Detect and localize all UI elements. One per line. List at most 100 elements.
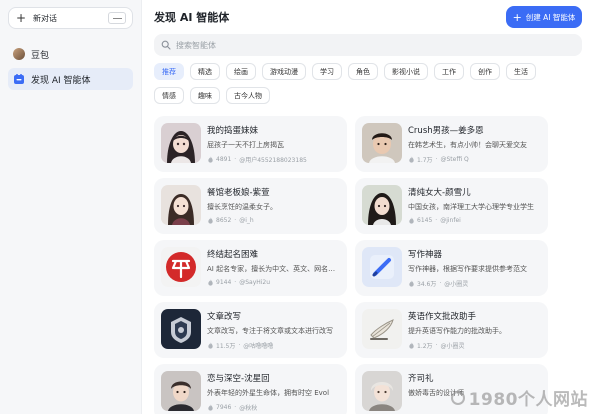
agent-avatar	[161, 309, 201, 349]
agent-name: 我的捣蛋妹妹	[207, 126, 259, 136]
plus-icon: +	[512, 10, 522, 24]
sidebar-item-discover-agents[interactable]: 发现 AI 智能体	[8, 68, 133, 90]
agent-card[interactable]: 清纯女大-颜雪儿 中国女孩，南洋理工大学心理学专业学生 6145 · @jinf…	[355, 178, 548, 234]
meta-separator: ·	[435, 342, 438, 349]
agent-author: @咕噜噜噜	[243, 343, 274, 350]
meta-separator: ·	[435, 156, 438, 163]
fire-icon	[208, 217, 213, 224]
agent-count: 6145	[417, 217, 433, 224]
agent-meta: 8652 · @i_h	[207, 217, 340, 224]
agent-meta: 6145 · @jinfei	[408, 217, 541, 224]
fire-icon	[409, 280, 414, 287]
agent-author: @i_h	[239, 217, 254, 224]
sidebar-item-label: 发现 AI 智能体	[31, 75, 91, 86]
meta-separator: ·	[439, 280, 442, 287]
agent-avatar	[161, 247, 201, 287]
fire-icon	[208, 279, 213, 286]
agent-desc: 中国女孩，南洋理工大学心理学专业学生	[408, 203, 534, 211]
new-chat-label: 新对话	[33, 13, 57, 23]
agent-meta: 11.5万 · @咕噜噜噜	[207, 341, 340, 350]
agent-count: 9144	[216, 279, 232, 286]
fire-icon	[409, 156, 414, 163]
agent-count: 34.6万	[417, 281, 437, 288]
new-chat-button[interactable]: + 新对话	[8, 7, 133, 29]
agent-card[interactable]: 恋与深空-沈星回 外表年轻的外星生命体，拥有时空 Evol 7946 · @秋秋	[154, 364, 347, 414]
agent-name: 写作神器	[408, 250, 443, 260]
fire-icon	[208, 156, 213, 163]
tab-study[interactable]: 学习	[312, 63, 342, 80]
agent-card[interactable]: 文章改写 文章改写，专注于将文章或文本进行改写 11.5万 · @咕噜噜噜	[154, 302, 347, 358]
tab-creation[interactable]: 创作	[470, 63, 500, 80]
meta-separator: ·	[234, 404, 237, 411]
agent-count: 11.5万	[216, 343, 236, 350]
search-bar	[154, 34, 582, 56]
avatar-icon	[13, 48, 25, 60]
tab-historical-figures[interactable]: 古今人物	[226, 87, 270, 104]
agent-meta: 9144 · @SayHi2u	[207, 279, 340, 286]
agent-meta: 1.2万 · @小圈灵	[408, 341, 541, 350]
agent-desc: 文章改写，专注于将文章或文本进行改写	[207, 327, 333, 335]
agent-name: 英语作文批改助手	[408, 312, 477, 322]
agent-author: @jinfei	[440, 217, 461, 224]
sidebar-item-doubao[interactable]: 豆包	[8, 43, 133, 65]
tab-work[interactable]: 工作	[434, 63, 464, 80]
agent-icon	[14, 74, 24, 84]
agent-desc: 擅长烹饪的温柔女子。	[207, 203, 277, 211]
agent-name: 终结起名困难	[207, 250, 259, 260]
fire-icon	[208, 404, 213, 411]
create-agent-label: 创建 AI 智能体	[525, 12, 576, 22]
plus-icon: +	[15, 11, 27, 25]
tab-featured[interactable]: 精选	[190, 63, 220, 80]
agent-card[interactable]: 英语作文批改助手 提升英语写作能力的批改助手。 1.2万 · @小圈灵	[355, 302, 548, 358]
fire-icon	[409, 217, 414, 224]
category-tabs: 推荐 精选 绘画 游戏动漫 学习 角色 影视小说 工作 创作 生活 情感 趣味 …	[154, 63, 564, 104]
agent-card[interactable]: 餐馆老板娘-紫萱 擅长烹饪的温柔女子。 8652 · @i_h	[154, 178, 347, 234]
watermark-text: 1980个人网站	[468, 390, 588, 410]
agent-author: @秋秋	[239, 405, 258, 412]
agent-name: 清纯女大-颜雪儿	[408, 188, 471, 198]
agent-grid: 我的捣蛋妹妹 屁孩子一天不打上房揭瓦 4891 · @用户45521880231…	[154, 116, 582, 414]
agent-avatar	[362, 247, 402, 287]
agent-name: 餐馆老板娘-紫萱	[207, 188, 270, 198]
agent-avatar	[161, 123, 201, 163]
tab-drawing[interactable]: 绘画	[226, 63, 256, 80]
agent-avatar	[362, 185, 402, 225]
agent-name: 齐司礼	[408, 374, 434, 384]
agent-avatar	[362, 123, 402, 163]
fire-icon	[409, 342, 414, 349]
agent-desc: 写作神器，根据写作要求提供参考范文	[408, 265, 527, 273]
search-input[interactable]	[176, 40, 476, 50]
tab-roles[interactable]: 角色	[348, 63, 378, 80]
agent-name: 文章改写	[207, 312, 242, 322]
agent-avatar	[362, 371, 402, 411]
sidebar-item-label: 豆包	[31, 50, 50, 61]
meta-separator: ·	[234, 279, 237, 286]
agent-name: Crush男孩—姜多恩	[408, 126, 484, 136]
agent-count: 1.2万	[417, 343, 433, 350]
agent-card[interactable]: Crush男孩—姜多恩 在韩艺术生，有点小帅！会聊天爱交友 1.7万 · @St…	[355, 116, 548, 172]
tab-film-novel[interactable]: 影视小说	[384, 63, 428, 80]
tab-emotion[interactable]: 情感	[154, 87, 184, 104]
page-title: 发现 AI 智能体	[154, 11, 230, 24]
meta-separator: ·	[234, 217, 237, 224]
main-panel: 发现 AI 智能体 + 创建 AI 智能体 推荐 精选 绘画 游戏动漫 学习 角…	[142, 0, 594, 414]
agent-avatar	[161, 371, 201, 411]
create-agent-button[interactable]: + 创建 AI 智能体	[506, 6, 582, 28]
tab-life[interactable]: 生活	[506, 63, 536, 80]
agent-card[interactable]: 写作神器 写作神器，根据写作要求提供参考范文 34.6万 · @小圈灵	[355, 240, 548, 296]
agent-avatar	[161, 185, 201, 225]
agent-card[interactable]: 终结起名困难 AI 起名专家，擅长为中文、英文、网名起名 9144 · @Say…	[154, 240, 347, 296]
agent-desc: AI 起名专家，擅长为中文、英文、网名起名	[207, 265, 340, 273]
agent-meta: 4891 · @用户4552188023185	[207, 155, 340, 164]
tab-recommend[interactable]: 推荐	[154, 63, 184, 80]
agent-author: @小圈灵	[440, 343, 465, 350]
agent-count: 4891	[216, 156, 232, 163]
sidebar: + 新对话 豆包 发现 AI 智能体	[0, 0, 142, 414]
agent-meta: 1.7万 · @Steffi Q	[408, 155, 541, 164]
agent-name: 恋与深空-沈星回	[207, 374, 270, 384]
tab-games-anime[interactable]: 游戏动漫	[262, 63, 306, 80]
agent-card[interactable]: 我的捣蛋妹妹 屁孩子一天不打上房揭瓦 4891 · @用户45521880231…	[154, 116, 347, 172]
meta-separator: ·	[234, 156, 237, 163]
tab-fun[interactable]: 趣味	[190, 87, 220, 104]
header: 发现 AI 智能体 + 创建 AI 智能体	[154, 6, 582, 28]
